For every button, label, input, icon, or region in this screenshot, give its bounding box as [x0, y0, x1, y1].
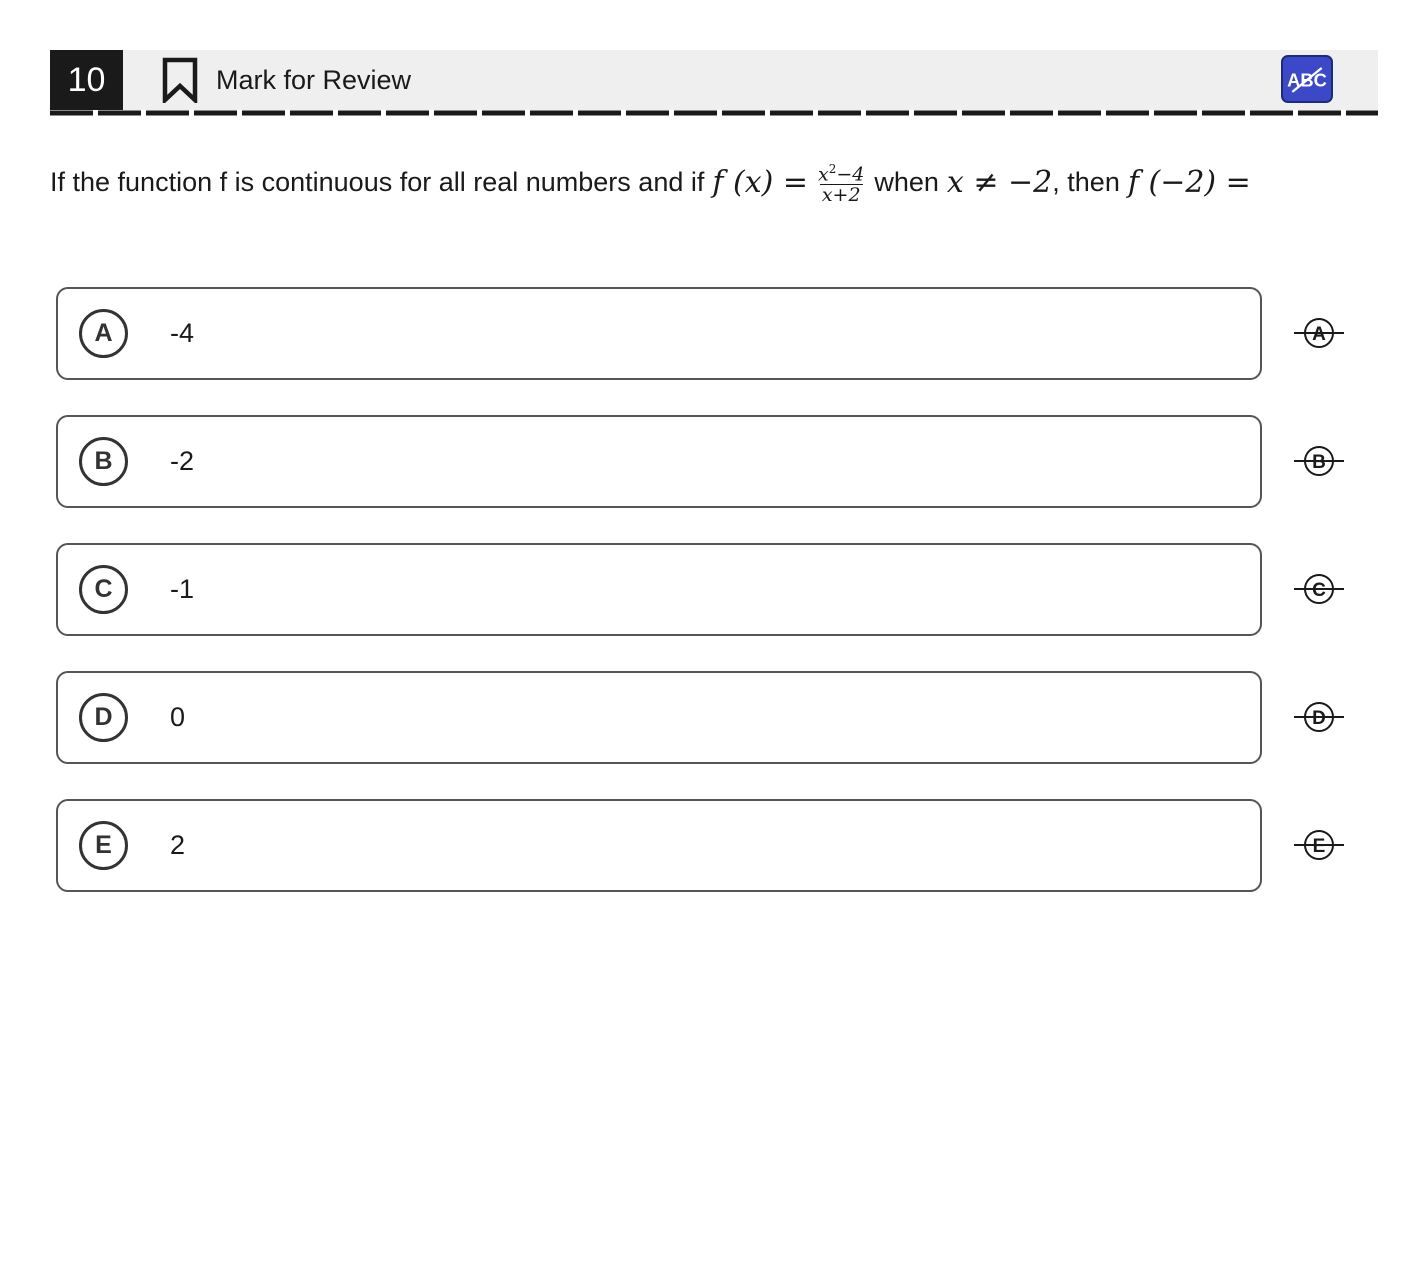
fraction-numerator: x2−4: [818, 161, 865, 186]
strike-letter: A: [1312, 324, 1326, 345]
question-text-then: , then: [1052, 166, 1120, 197]
strike-letter: E: [1313, 836, 1326, 857]
fraction-denominator: x+2: [819, 184, 863, 207]
option-letter-badge: D: [79, 693, 128, 742]
abc-eliminator-button[interactable]: ABC: [1281, 55, 1333, 103]
question-text-when: when: [874, 166, 939, 197]
option-letter-badge: E: [79, 821, 128, 870]
function-fraction: x2−4 x+2: [816, 159, 866, 205]
question-text: If the function f is continuous for all …: [50, 152, 1380, 212]
option-text: -2: [170, 446, 195, 476]
strikethrough-letter-icon: B: [1294, 446, 1344, 476]
strike-letter: D: [1312, 708, 1326, 729]
strikethrough-letter-icon: E: [1294, 830, 1344, 860]
answer-option-b[interactable]: B -2: [56, 415, 1262, 508]
answer-option-a[interactable]: A -4: [56, 287, 1262, 380]
question-header: 10 Mark for Review ABC: [50, 50, 1378, 110]
option-text: 2: [170, 830, 186, 860]
mark-for-review-button[interactable]: Mark for Review: [162, 56, 411, 104]
option-letter-badge: B: [79, 437, 128, 486]
option-text: -4: [170, 318, 195, 348]
condition-expression: x ≠ −2: [946, 164, 1053, 200]
option-text: 0: [170, 702, 186, 732]
eliminate-option-c-button[interactable]: C: [1292, 572, 1346, 606]
question-number: 10: [50, 50, 123, 110]
question-text-before: If the function f is continuous for all …: [50, 166, 705, 197]
eliminate-option-d-button[interactable]: D: [1292, 700, 1346, 734]
option-letter-badge: C: [79, 565, 128, 614]
abc-strikethrough-icon: ABC: [1287, 67, 1327, 93]
answer-option-d[interactable]: D 0: [56, 671, 1262, 764]
strikethrough-letter-icon: D: [1294, 702, 1344, 732]
eliminate-option-b-button[interactable]: B: [1292, 444, 1346, 478]
query-expression: f (−2) =: [1127, 164, 1251, 200]
bookmark-icon: [162, 57, 198, 103]
option-letter-badge: A: [79, 309, 128, 358]
strike-letter: B: [1312, 452, 1326, 473]
strike-letter: C: [1312, 580, 1326, 601]
answer-option-e[interactable]: E 2: [56, 799, 1262, 892]
eliminate-option-a-button[interactable]: A: [1292, 316, 1346, 350]
strikethrough-letter-icon: C: [1294, 574, 1344, 604]
answer-option-c[interactable]: C -1: [56, 543, 1262, 636]
eliminate-option-e-button[interactable]: E: [1292, 828, 1346, 862]
mark-for-review-label: Mark for Review: [216, 64, 412, 95]
strikethrough-letter-icon: A: [1294, 318, 1344, 348]
dashed-divider: [50, 110, 1378, 116]
function-expression: f (x) =: [712, 164, 808, 200]
option-text: -1: [170, 574, 195, 604]
